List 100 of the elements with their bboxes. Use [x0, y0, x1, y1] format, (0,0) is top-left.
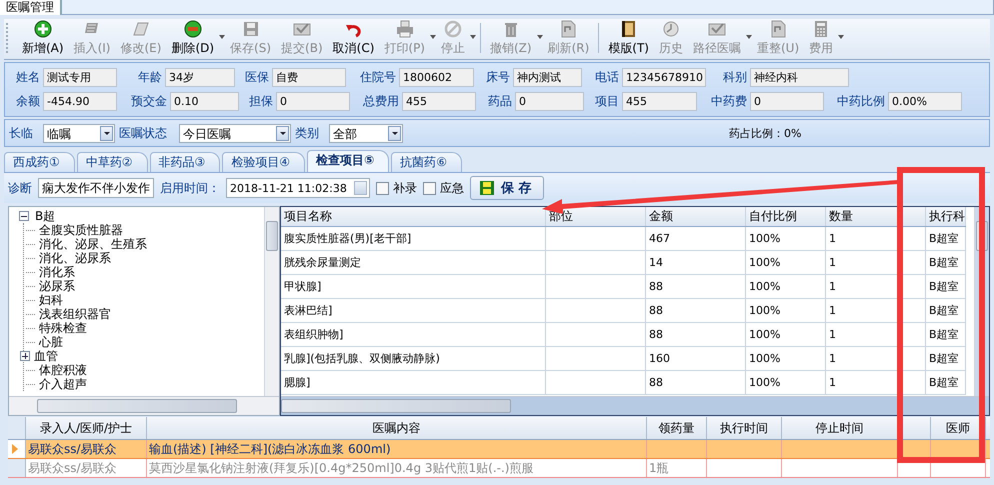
field-label: 年龄 — [137, 68, 162, 86]
field-label: 住院号 — [359, 68, 396, 86]
table-cell: 胱残余尿量测定 — [281, 251, 546, 274]
save-button[interactable]: 保 存 — [470, 176, 544, 200]
toolbar-button[interactable]: 取消(C) — [328, 20, 380, 57]
field-label: 项目 — [594, 92, 619, 110]
toolbar-button[interactable]: 模版(T) — [603, 20, 654, 57]
table-cell: 1 — [826, 275, 898, 298]
row-header-cell[interactable] — [8, 459, 26, 477]
tree-item[interactable]: 泌尿系 — [39, 279, 75, 293]
tree-item[interactable]: 特殊检查 — [39, 321, 87, 335]
field-label: 床号 — [485, 68, 510, 86]
table-cell: 100% — [746, 275, 826, 298]
tree-item[interactable]: 消化、泌尿系 — [39, 251, 111, 265]
row-header-cell[interactable] — [8, 440, 26, 458]
table-cell: 腹实质性脏器(男)[老干部] — [281, 227, 546, 250]
table-cell: B超室 — [926, 275, 966, 298]
document-tab[interactable]: 医嘱管理 — [0, 0, 61, 15]
field-label: 医嘱状态 — [119, 124, 168, 142]
column-header[interactable]: 录入人/医师/护士 — [26, 417, 147, 439]
tree-item[interactable]: B超 — [35, 209, 56, 223]
field-label: 担保 — [248, 92, 273, 110]
readonly-field: 455 — [402, 92, 476, 110]
tree-item[interactable]: 妇科 — [39, 293, 63, 307]
field-label: 诊断 — [8, 180, 32, 196]
readonly-field: 0.00% — [888, 92, 962, 110]
datetime-field[interactable]: 2018-11-21 11:02:38 — [226, 178, 370, 198]
table-cell: B超室 — [926, 299, 966, 322]
field-label: 电话 — [594, 68, 619, 86]
table-cell: 腮腺] — [281, 371, 546, 394]
printer-icon — [396, 20, 414, 38]
column-header[interactable]: 医师 — [931, 417, 986, 439]
table-cell: 100% — [746, 371, 826, 394]
toolbar-button[interactable]: 新增(A) — [17, 20, 69, 57]
scrollbar[interactable] — [281, 396, 989, 415]
column-header[interactable]: 停止时间 — [782, 417, 898, 439]
column-header[interactable]: 领药量 — [647, 417, 707, 439]
floppy-icon — [478, 180, 495, 196]
tab[interactable]: 抗菌药⑥ — [391, 152, 462, 172]
tree-item[interactable]: 体腔积液 — [39, 363, 87, 377]
table-cell: B超室 — [926, 323, 966, 346]
table-cell: 100% — [746, 323, 826, 346]
readonly-field: 34岁 — [165, 68, 235, 86]
table-cell: 1 — [826, 323, 898, 346]
add-icon — [34, 20, 52, 38]
dropdown-field[interactable]: 临嘱 — [43, 124, 115, 142]
toolbar-button[interactable]: 删除(D) — [166, 20, 220, 57]
tab[interactable]: 检验项目④ — [222, 152, 306, 172]
tab[interactable]: 非药品③ — [150, 152, 220, 172]
column-header[interactable]: 数量 — [826, 207, 898, 226]
table-cell: 易联众ss/易联众 — [26, 440, 147, 458]
scrollbar[interactable] — [9, 396, 279, 415]
table-cell: 输血(描述) [神经二科](滤白冰冻血浆 600ml) — [147, 440, 647, 458]
diagnosis-field[interactable]: 痫大发作不伴小发作 — [38, 178, 154, 198]
tab[interactable]: 西成药① — [4, 152, 75, 172]
table-cell: 88 — [646, 299, 746, 322]
table-cell: B超室 — [926, 251, 966, 274]
dropdown-arrow-icon[interactable] — [219, 35, 226, 39]
book-icon — [620, 20, 638, 38]
collapse-icon[interactable] — [19, 211, 29, 221]
column-header[interactable]: 医嘱内容 — [147, 417, 647, 439]
tab[interactable]: 检查项目⑤ — [307, 150, 390, 172]
table-cell: 1 — [826, 347, 898, 370]
table-cell: 1瓶 — [647, 459, 707, 477]
field-label: 类别 — [295, 124, 320, 142]
column-header[interactable]: 执行时间 — [707, 417, 782, 439]
expand-icon[interactable] — [20, 351, 30, 361]
field-label: 药品 — [487, 92, 512, 110]
tree-item[interactable]: 介入超声 — [39, 377, 87, 391]
tree-item[interactable]: 血管 — [34, 349, 58, 363]
readonly-field: 455 — [622, 92, 697, 110]
field-label: 姓名 — [15, 68, 40, 86]
tab[interactable]: 中草药② — [76, 152, 148, 172]
table-cell: 表淋巴结] — [281, 299, 546, 322]
tree-item[interactable]: 浅表组织器官 — [39, 307, 111, 321]
tree-item[interactable]: 心脏 — [39, 335, 63, 349]
table-cell: 100% — [746, 299, 826, 322]
column-header[interactable]: 金额 — [646, 207, 746, 226]
field-label: 总费用 — [362, 92, 399, 110]
readonly-field: 测试专用 — [43, 68, 117, 86]
table-cell: 1 — [826, 227, 898, 250]
field-label: 中药比例 — [836, 92, 885, 110]
scrollbar[interactable] — [264, 207, 279, 397]
table-cell: 100% — [746, 347, 826, 370]
column-header[interactable]: 执行科 — [926, 207, 966, 226]
tree-item[interactable]: 全腹实质性脏器 — [39, 223, 123, 237]
readonly-field: 12345678910 — [622, 68, 706, 86]
table-cell: 乳腺](包括乳腺、双侧腋动静脉) — [281, 347, 546, 370]
table-cell: 易联众ss/易联众 — [26, 459, 147, 477]
tree-item[interactable]: 消化、泌尿、生殖系 — [39, 237, 147, 251]
checkbox[interactable]: 补录 — [376, 180, 417, 196]
tree-item[interactable]: 消化系 — [39, 265, 75, 279]
field-label: 余额 — [15, 92, 40, 110]
checkbox[interactable]: 应急 — [422, 180, 464, 196]
dropdown-field[interactable]: 全部 — [329, 124, 403, 142]
eraser-icon — [132, 20, 150, 38]
readonly-field: 神经内科 — [750, 68, 849, 86]
dropdown-field[interactable]: 今日医嘱 — [179, 124, 291, 142]
table-cell: B超室 — [926, 347, 966, 370]
column-header[interactable]: 自付比例 — [746, 207, 826, 226]
